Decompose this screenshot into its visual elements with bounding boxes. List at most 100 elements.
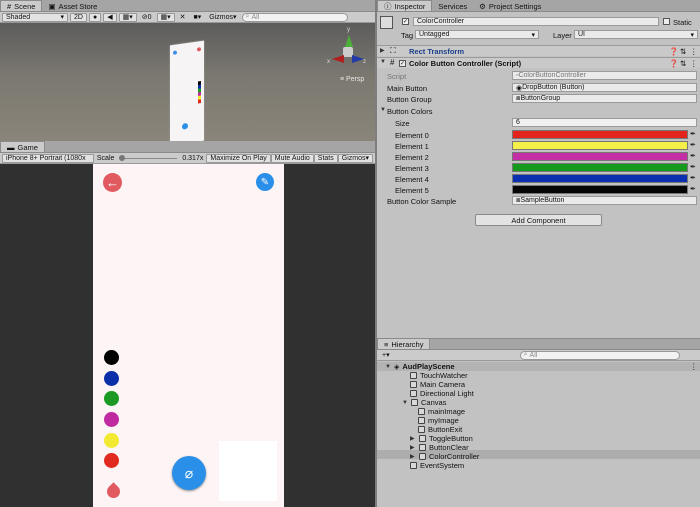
create-button[interactable]: + ▾ (379, 351, 393, 360)
more-icon[interactable]: ⋮ (690, 47, 698, 56)
sample-button-area[interactable] (219, 441, 277, 501)
gameobject-icon (380, 16, 393, 29)
help-icon[interactable]: ❓ (669, 47, 678, 56)
button-colors-arrow-icon[interactable]: ▼ (380, 107, 386, 113)
camera-dropdown[interactable]: ■▾ (191, 13, 205, 22)
lighting-toggle[interactable]: ● (88, 12, 102, 22)
scene-viewport[interactable]: y x z ≡ Persp (0, 23, 375, 146)
color-swatch-field[interactable] (512, 185, 688, 194)
eyedropper-icon[interactable]: ✒ (690, 130, 696, 138)
color-swatch-field[interactable] (512, 174, 688, 183)
size-field[interactable]: 6 (512, 118, 697, 127)
preset-icon[interactable]: ⇅ (680, 47, 686, 56)
hierarchy-item-label: TouchWatcher (420, 371, 468, 380)
collapse-arrow-icon[interactable]: ▶ (410, 435, 416, 442)
layer-dropdown[interactable]: UI ▾ (574, 30, 698, 39)
hierarchy-item[interactable]: ButtonExit (418, 425, 462, 434)
eyedropper-icon[interactable]: ✒ (690, 163, 696, 171)
tab-game[interactable]: ▬ Game (0, 141, 45, 152)
active-checkbox[interactable]: ✓ (402, 18, 409, 25)
tab-services[interactable]: Services (432, 1, 473, 11)
preset-icon[interactable]: ⇅ (680, 59, 686, 68)
add-component-button[interactable]: Add Component (475, 214, 602, 226)
maximize-on-play-toggle[interactable]: Maximize On Play (206, 153, 271, 163)
hierarchy-item[interactable]: Main Camera (410, 380, 465, 389)
palette-color-magenta[interactable] (104, 412, 119, 427)
rect-transform-header[interactable]: ▶ ⛶ Rect Transform ❓ ⇅ ⋮ (377, 45, 700, 56)
stats-toggle[interactable]: Stats (313, 153, 338, 163)
script-component-header[interactable]: ▼ # ✓ Color Button Controller (Script) ❓… (377, 57, 700, 68)
resolution-dropdown[interactable]: iPhone 8+ Portrait (1080x (2, 153, 94, 163)
hierarchy-item[interactable]: mainImage (418, 407, 465, 416)
tab-scene[interactable]: # Scene (0, 0, 43, 11)
hierarchy-item[interactable]: TouchWatcher (410, 371, 468, 380)
eyedropper-icon[interactable]: ✒ (690, 152, 696, 160)
more-icon[interactable]: ⋮ (690, 362, 698, 371)
tab-project-settings[interactable]: ⚙ Project Settings (473, 1, 547, 11)
collapse-arrow-icon[interactable]: ▶ (410, 444, 416, 451)
clear-button[interactable]: ✎ (256, 173, 274, 191)
hierarchy-item[interactable]: ▼ Canvas (402, 398, 446, 407)
audio-toggle[interactable]: ◀ (103, 12, 117, 22)
static-checkbox[interactable] (663, 18, 670, 25)
sample-field[interactable]: ⧈ SampleButton (512, 196, 697, 205)
hierarchy-item[interactable]: Directional Light (410, 389, 474, 398)
palette-color-green[interactable] (104, 391, 119, 406)
shading-mode-dropdown[interactable]: Shaded ▾ (2, 12, 68, 22)
unity-scene-icon: ◈ (394, 363, 400, 371)
eyedropper-icon[interactable]: ✒ (690, 185, 696, 193)
game-screen[interactable]: ← ✎ ⌀ (93, 164, 284, 507)
gizmo-y-axis (345, 35, 353, 47)
orientation-gizmo[interactable]: y x z (327, 27, 366, 71)
color-swatch-field[interactable] (512, 152, 688, 161)
hierarchy-item[interactable]: myImage (418, 416, 459, 425)
mute-audio-toggle[interactable]: Mute Audio (270, 153, 314, 163)
object-name-field[interactable]: ColorController (413, 17, 659, 26)
scene-search-input[interactable]: ⌕ All (241, 12, 348, 22)
tab-asset-store[interactable]: ▣ Asset Store (42, 1, 103, 11)
scene-gizmos-dropdown[interactable]: Gizmos ▾ (206, 13, 239, 22)
record-button[interactable]: ⌀ (172, 456, 206, 490)
mic-off-icon: ⌀ (184, 464, 194, 481)
component-enabled-checkbox[interactable]: ✓ (399, 60, 406, 67)
back-button[interactable]: ← (103, 173, 122, 192)
hierarchy-search-input[interactable]: ⌕ All (519, 350, 680, 360)
palette-color-black[interactable] (104, 350, 119, 365)
hierarchy-item[interactable]: ▼ ◈ AudPlayScene ⋮ (385, 362, 698, 371)
persp-label[interactable]: ≡ Persp (340, 76, 364, 83)
effects-dropdown[interactable]: ▦▾ (118, 12, 137, 22)
tab-inspector[interactable]: ⓘ Inspector (377, 0, 433, 11)
more-icon[interactable]: ⋮ (690, 59, 698, 68)
game-gizmos-dropdown[interactable]: Gizmos ▾ (337, 153, 373, 163)
expand-arrow-icon[interactable]: ▼ (385, 364, 391, 370)
main-button-field[interactable]: ◉ DropButton (Button) (512, 83, 697, 92)
palette-color-red[interactable] (104, 453, 119, 468)
eyedropper-icon[interactable]: ✒ (690, 174, 696, 182)
chevron-down-icon: ▾ (690, 31, 694, 39)
hierarchy-item[interactable]: ▶ ToggleButton (410, 434, 473, 443)
hierarchy-item[interactable]: ▶ ColorController (410, 452, 479, 461)
eyedropper-icon[interactable]: ✒ (690, 141, 696, 149)
color-swatch-field[interactable] (512, 163, 688, 172)
color-swatch-field[interactable] (512, 130, 688, 139)
drop-button[interactable] (103, 479, 123, 501)
expand-arrow-icon[interactable]: ▼ (402, 400, 408, 406)
arrow-left-icon: ← (106, 175, 119, 190)
scale-slider[interactable] (117, 154, 179, 163)
hierarchy-item[interactable]: ▶ ButtonClear (410, 443, 469, 452)
palette-color-yellow[interactable] (104, 433, 119, 448)
hidden-objects-toggle[interactable]: ⊘ 0 (139, 13, 155, 22)
tag-dropdown[interactable]: Untagged ▾ (415, 30, 539, 39)
hierarchy-item[interactable]: EventSystem (410, 461, 464, 470)
help-icon[interactable]: ❓ (669, 59, 678, 68)
palette-color-blue[interactable] (104, 371, 119, 386)
scale-slider-thumb[interactable] (119, 154, 126, 161)
hierarchy-tabstrip: ≡ Hierarchy (377, 338, 700, 350)
mode-2d-toggle[interactable]: 2D (70, 12, 87, 22)
button-group-field[interactable]: ⧈ ButtonGroup (512, 94, 697, 103)
color-swatch-field[interactable] (512, 141, 688, 150)
tools-button[interactable]: ✕ (177, 13, 189, 22)
collapse-arrow-icon[interactable]: ▶ (410, 453, 416, 460)
tab-hierarchy[interactable]: ≡ Hierarchy (377, 338, 431, 349)
grid-toggle[interactable]: ▦▾ (156, 12, 175, 22)
